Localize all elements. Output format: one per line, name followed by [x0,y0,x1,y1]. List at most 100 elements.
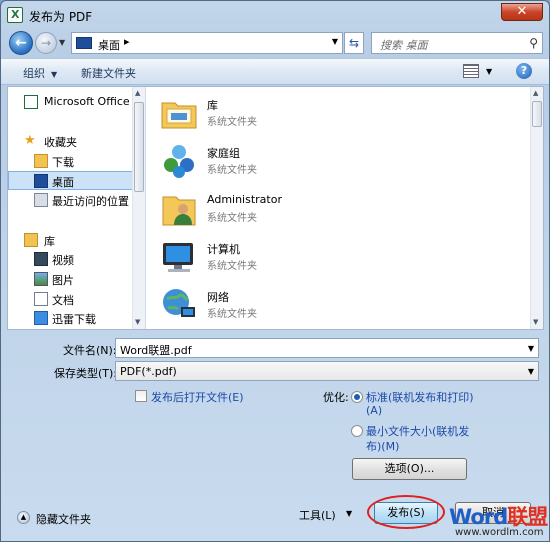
thunder-download-icon [34,311,48,325]
file-type: 系统文件夹 [207,213,257,224]
nav-item-favorites[interactable]: ★ 收藏夹 [8,132,136,151]
standard-radio[interactable] [351,391,363,403]
watermark-url: www.wordlm.com [455,527,544,538]
window-title: 发布为 PDF [29,10,93,24]
star-icon: ★ [24,133,36,148]
navigation-pane: Microsoft Office ★ 收藏夹 下载 桌面 最近访问的位置 库 视… [8,87,146,329]
tools-button[interactable]: 工具(L) [299,507,336,523]
refresh-icon: ⇆ [348,36,360,50]
file-type: 系统文件夹 [207,165,257,176]
nav-item-libraries[interactable]: 库 [8,231,136,250]
address-row: ← → ▼ 桌面 ▸ ▼ ⇆ 搜索 桌面 ⚲ [1,29,549,55]
nav-item-videos[interactable]: 视频 [8,250,136,269]
file-list: 库 系统文件夹 家庭组 系统文件夹 Administrator 系统文件夹 计算… [147,87,530,329]
close-button[interactable]: ✕ [501,3,543,21]
save-type-select[interactable]: PDF(*.pdf) ▼ [115,361,539,381]
title-bar: 发布为 PDF ✕ [1,1,549,29]
nav-item-recent-places[interactable]: 最近访问的位置 [8,191,136,210]
nav-item-pictures[interactable]: 图片 [8,270,136,289]
file-scroll-thumb[interactable] [532,101,542,127]
list-item-libraries[interactable]: 库 系统文件夹 [159,89,459,135]
site-watermark: Word联盟 www.wordlm.com [449,501,549,541]
minimum-size-option-hotkey[interactable]: 布)(M) [366,438,399,454]
computer-icon [163,243,193,272]
standard-option-label[interactable]: 标准(联机发布和打印) [366,389,474,405]
file-name: Administrator [207,193,282,206]
recent-places-icon [34,193,48,207]
help-icon[interactable]: ? [516,63,532,79]
chevron-down-icon[interactable]: ▼ [528,344,534,353]
arrow-right-icon: → [40,36,52,50]
network-icon [163,289,195,317]
file-name: 网络 [207,291,229,304]
publish-pdf-dialog: 发布为 PDF ✕ ← → ▼ 桌面 ▸ ▼ ⇆ 搜索 桌面 ⚲ 组织▼ 新建文… [0,0,550,542]
search-input[interactable]: 搜索 桌面 ⚲ [371,32,543,54]
pictures-icon [34,272,48,286]
options-button[interactable]: 选项(O)... [352,458,467,480]
save-type-label: 保存类型(T): [54,367,118,380]
list-item-network[interactable]: 网络 系统文件夹 [159,281,459,327]
nav-item-microsoft-office[interactable]: Microsoft Office [8,93,136,112]
nav-item-documents[interactable]: 文档 [8,290,136,309]
video-icon [34,252,48,266]
nav-item-thunder-download[interactable]: 迅雷下载 [8,309,136,328]
back-button[interactable]: ← [9,31,33,55]
scroll-down-icon[interactable]: ▼ [135,318,140,326]
excel-icon [24,95,38,109]
list-item-administrator[interactable]: Administrator 系统文件夹 [159,185,459,231]
standard-option-hotkey[interactable]: (A) [366,404,382,417]
view-options-icon[interactable] [463,64,479,78]
filename-input[interactable]: Word联盟.pdf ▼ [115,338,539,358]
chevron-down-icon[interactable]: ▼ [346,509,352,518]
scroll-up-icon[interactable]: ▲ [533,89,538,97]
open-after-publish-label[interactable]: 发布后打开文件(E) [151,389,244,405]
recent-pages-dropdown[interactable]: ▼ [59,38,65,47]
user-folder-icon [162,196,196,226]
browser-panes: Microsoft Office ★ 收藏夹 下载 桌面 最近访问的位置 库 视… [7,86,544,330]
save-type-value: PDF(*.pdf) [120,365,177,378]
list-item-computer[interactable]: 计算机 系统文件夹 [159,233,459,279]
nav-item-downloads[interactable]: 下载 [8,152,136,171]
filename-label: 文件名(N): [63,344,117,357]
nav-scrollbar[interactable]: ▲ ▼ [132,87,145,329]
nav-item-desktop[interactable]: 桌面 [8,171,136,190]
chevron-down-icon[interactable]: ▼ [528,367,534,376]
refresh-button[interactable]: ⇆ [344,32,364,54]
address-location[interactable]: 桌面 [98,37,120,53]
file-type: 系统文件夹 [207,261,257,272]
optimize-label: 优化: [323,391,349,404]
hide-folders-button[interactable]: 隐藏文件夹 [36,511,91,527]
library-icon [24,233,38,247]
chevron-down-icon[interactable]: ▼ [332,37,338,46]
open-after-publish-checkbox[interactable] [135,390,147,402]
scroll-down-icon[interactable]: ▼ [533,318,538,326]
filename-value[interactable]: Word联盟.pdf [120,342,192,358]
list-item-homegroup[interactable]: 家庭组 系统文件夹 [159,137,459,183]
chevron-up-icon[interactable]: ▲ [17,511,30,524]
homegroup-icon [164,145,194,178]
file-type: 系统文件夹 [207,117,257,128]
file-name: 库 [207,99,218,112]
file-type: 系统文件夹 [207,309,257,320]
desktop-icon [76,37,92,49]
breadcrumb-chevron-icon[interactable]: ▸ [124,35,130,48]
file-name: 计算机 [207,243,240,256]
file-list-scrollbar[interactable]: ▲ ▼ [530,87,543,329]
desktop-icon [34,174,48,188]
library-folder-icon [161,102,197,129]
highlight-annotation [367,495,445,529]
excel-icon [7,7,23,23]
file-name: 家庭组 [207,147,240,160]
search-icon[interactable]: ⚲ [529,36,538,50]
chevron-down-icon[interactable]: ▼ [486,67,492,76]
new-folder-button[interactable]: 新建文件夹 [81,65,136,81]
minimum-size-option-label[interactable]: 最小文件大小(联机发 [366,423,469,439]
nav-scroll-thumb[interactable] [134,102,144,192]
minimum-size-radio[interactable] [351,425,363,437]
search-placeholder: 搜索 桌面 [380,39,428,52]
organize-button[interactable]: 组织 ▼ [23,65,57,81]
command-toolbar: 组织 ▼ 新建文件夹 ▼ ? [1,58,549,85]
scroll-up-icon[interactable]: ▲ [135,89,140,97]
forward-button[interactable]: → [35,32,57,54]
address-bar[interactable]: 桌面 ▸ ▼ [71,32,343,54]
